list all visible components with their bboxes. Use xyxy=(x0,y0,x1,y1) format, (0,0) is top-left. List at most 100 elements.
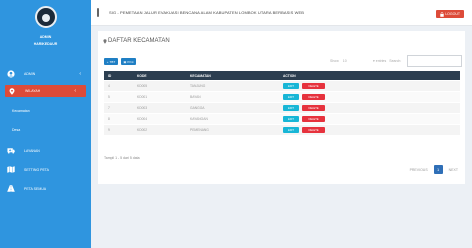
print-icon: ▣ xyxy=(123,59,127,64)
sidebar-item-setting-peta[interactable]: SETTING PETA xyxy=(0,160,91,179)
cell-kecamatan: PEMENANG xyxy=(190,128,209,132)
cell-id: 7 xyxy=(108,106,110,110)
sidebar-item-label: ADMIN xyxy=(24,71,36,76)
delete-button[interactable]: DELETE xyxy=(302,83,325,89)
delete-label: DELETE xyxy=(308,128,319,132)
add-label: TBT xyxy=(109,59,116,64)
sidebar-item-label: SETTING PETA xyxy=(24,167,50,172)
table-row: 9 KD002 PEMENANG EDIT DELETE xyxy=(104,125,460,136)
column-header-kecamatan[interactable]: KECAMATAN xyxy=(186,74,279,78)
user-circle-icon xyxy=(7,69,15,78)
app-title: SIG - PEMETAAN JALUR EVAKUASI BENCANA AL… xyxy=(109,10,305,15)
pagination-next[interactable]: NEXT xyxy=(449,168,458,172)
road-icon xyxy=(7,185,15,193)
cell-action: EDIT DELETE xyxy=(279,105,460,111)
top-header: SIG - PEMETAAN JALUR EVAKUASI BENCANA AL… xyxy=(91,0,472,26)
table-row: 4 KD005 TANJUNG EDIT DELETE xyxy=(104,81,460,92)
cell-kode: KD004 xyxy=(137,117,148,121)
search-input[interactable] xyxy=(407,55,462,67)
sidebar-menu: ADMIN ‹ WILAYAH ‹ Kecamatan Desa LAYANAN… xyxy=(0,64,91,198)
content-box: DAFTAR KECAMATAN + TBT ▣ Print Show 10 ▾… xyxy=(98,31,465,184)
sidebar-subitem-kecamatan[interactable]: Kecamatan xyxy=(0,101,91,120)
delete-button[interactable]: DELETE xyxy=(302,105,325,111)
cell-action: EDIT DELETE xyxy=(279,83,460,89)
cell-action: EDIT DELETE xyxy=(279,116,460,122)
edit-label: EDIT xyxy=(288,106,294,110)
logout-button[interactable]: LOGOUT xyxy=(435,10,464,18)
sidebar-submenu: Kecamatan Desa xyxy=(0,99,91,141)
map-marker-icon xyxy=(103,38,107,44)
sidebar-subitem-desa[interactable]: Desa xyxy=(0,120,91,139)
pagination: PREVIOUS 1 NEXT xyxy=(410,165,458,174)
kecamatan-table: ID KODE KECAMATAN ACTION 4 KD005 TANJUNG… xyxy=(104,71,460,136)
table-header-row: ID KODE KECAMATAN ACTION xyxy=(104,71,460,81)
user-role: ADMIN xyxy=(39,35,52,39)
sidebar-item-admin[interactable]: ADMIN ‹ xyxy=(0,64,91,83)
edit-label: EDIT xyxy=(288,128,294,132)
entries-select[interactable]: 10 xyxy=(343,59,347,63)
edit-label: EDIT xyxy=(288,117,294,121)
map-marker-icon xyxy=(8,87,16,95)
page-title: DAFTAR KECAMATAN xyxy=(103,38,170,44)
pagination-page[interactable]: 1 xyxy=(433,165,443,174)
show-entries: Show 10 xyxy=(330,59,347,63)
cell-kecamatan: GANGGA xyxy=(190,106,205,110)
table-row: 5 KD001 BAYAN EDIT DELETE xyxy=(104,92,460,103)
page-title-text: DAFTAR KECAMATAN xyxy=(108,38,170,44)
add-button[interactable]: + TBT xyxy=(104,58,118,65)
avatar xyxy=(34,6,57,28)
edit-button[interactable]: EDIT xyxy=(283,116,299,122)
delete-button[interactable]: DELETE xyxy=(302,127,325,133)
print-button[interactable]: ▣ Print xyxy=(121,58,136,65)
cell-kecamatan: KAYANGAN xyxy=(190,117,208,121)
sidebar-item-label: PETA SEMUA xyxy=(24,186,47,191)
sidebar-item-label: LAYANAN xyxy=(24,148,40,153)
sidebar-item-peta-semua[interactable]: PETA SEMUA xyxy=(0,179,91,198)
delete-button[interactable]: DELETE xyxy=(302,116,325,122)
table-row: 7 KD003 GANGGA EDIT DELETE xyxy=(104,103,460,114)
lock-icon xyxy=(440,11,444,17)
column-header-kode[interactable]: KODE xyxy=(133,74,186,78)
search-area: ▾ entries Search: xyxy=(373,59,401,63)
ambulance-icon xyxy=(7,147,15,155)
cell-kode: KD001 xyxy=(137,95,148,99)
plus-icon: + xyxy=(106,59,109,64)
print-label: Print xyxy=(127,59,134,64)
search-label: Search: xyxy=(389,59,402,63)
chevron-left-icon: ‹ xyxy=(79,70,81,77)
cell-kode: KD002 xyxy=(137,128,148,132)
cell-kode: KD003 xyxy=(137,106,148,110)
cell-id: 5 xyxy=(108,95,110,99)
cell-kode: KD005 xyxy=(137,84,148,88)
delete-label: DELETE xyxy=(308,106,319,110)
sidebar-item-wilayah[interactable]: WILAYAH ‹ xyxy=(5,85,86,97)
map-icon xyxy=(7,166,15,174)
chevron-down-icon: ▾ xyxy=(373,59,375,63)
cell-id: 4 xyxy=(108,84,110,88)
sidebar-item-layanan[interactable]: LAYANAN xyxy=(0,141,91,160)
table-info: Tampil 1 - 5 dari 5 data xyxy=(104,156,140,160)
column-header-id[interactable]: ID xyxy=(104,74,133,78)
chevron-down-icon: ‹ xyxy=(74,88,76,94)
table-row: 8 KD004 KAYANGAN EDIT DELETE xyxy=(104,114,460,125)
pagination-previous[interactable]: PREVIOUS xyxy=(410,168,428,172)
edit-button[interactable]: EDIT xyxy=(283,105,299,111)
sidebar-toggle-icon[interactable] xyxy=(97,8,99,17)
user-panel: ADMIN HARIKEDAUR xyxy=(0,0,91,60)
edit-button[interactable]: EDIT xyxy=(283,94,299,100)
logout-label: LOGOUT xyxy=(445,12,460,16)
cell-id: 8 xyxy=(108,117,110,121)
cell-action: EDIT DELETE xyxy=(279,94,460,100)
cell-kecamatan: TANJUNG xyxy=(190,84,206,88)
cell-id: 9 xyxy=(108,128,110,132)
edit-button[interactable]: EDIT xyxy=(283,127,299,133)
show-label: Show xyxy=(330,59,339,63)
edit-label: EDIT xyxy=(288,84,294,88)
entries-label: entries xyxy=(375,59,387,63)
delete-label: DELETE xyxy=(308,95,319,99)
cell-kecamatan: BAYAN xyxy=(190,95,201,99)
edit-button[interactable]: EDIT xyxy=(283,83,299,89)
delete-label: DELETE xyxy=(308,117,319,121)
delete-button[interactable]: DELETE xyxy=(302,94,325,100)
sidebar-item-label: WILAYAH xyxy=(25,89,41,93)
